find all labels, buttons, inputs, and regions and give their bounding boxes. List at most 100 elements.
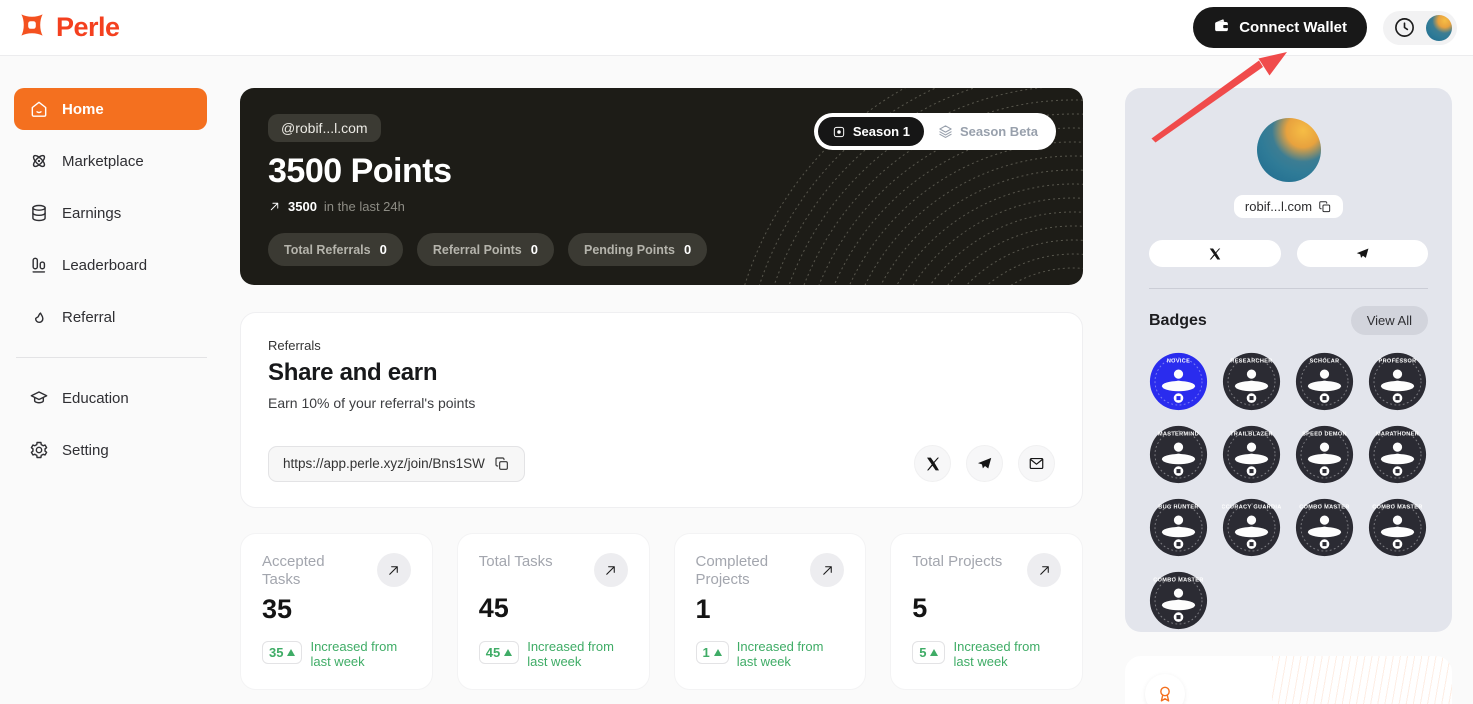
main-content: @robif...l.com 3500 Points 3500 in the l…	[240, 88, 1083, 690]
open-accepted-tasks-button[interactable]	[377, 553, 411, 587]
delta-value: 3500	[288, 199, 317, 214]
earnings-database-icon	[29, 203, 49, 223]
sidebar: Home Marketplace	[14, 88, 207, 481]
perle-logo[interactable]: Perle	[16, 9, 120, 46]
stat-delta-badge: 5	[912, 641, 945, 664]
badge-novice[interactable]: NOVICE	[1149, 352, 1208, 411]
copy-icon[interactable]	[1318, 200, 1332, 214]
sidebar-divider	[16, 357, 207, 358]
stats-row: Accepted Tasks 35 35 Increased from last…	[240, 533, 1083, 690]
sidebar-label: Leaderboard	[62, 257, 147, 274]
delta-number: 45	[486, 645, 500, 660]
triangle-up-icon	[287, 649, 295, 656]
pill-label: Referral Points	[433, 243, 522, 257]
page: Perle Connect Wallet	[0, 0, 1473, 704]
pill-label: Total Referrals	[284, 243, 371, 257]
delta-text: in the last 24h	[324, 199, 405, 214]
arrow-up-right-icon	[603, 563, 618, 578]
copy-icon[interactable]	[494, 456, 510, 472]
sidebar-label: Earnings	[62, 205, 121, 222]
share-x-button[interactable]	[914, 445, 951, 482]
sidebar-label: Setting	[62, 442, 109, 459]
badges-grid: NOVICE RESEARCHER SCHOLAR PROFESSOR MAST…	[1149, 352, 1428, 630]
logo-text: Perle	[56, 12, 120, 43]
connect-wallet-button[interactable]: Connect Wallet	[1193, 7, 1367, 48]
svg-text:COMBO MASTER: COMBO MASTER	[1153, 578, 1203, 584]
stat-delta-badge: 1	[696, 641, 729, 664]
delta-number: 5	[919, 645, 926, 660]
user-avatar[interactable]	[1426, 15, 1452, 41]
badge-speed-demon[interactable]: SPEED DEMON	[1295, 425, 1354, 484]
stat-value: 1	[696, 594, 845, 625]
open-completed-projects-button[interactable]	[810, 553, 844, 587]
wallet-icon	[1213, 17, 1230, 38]
referral-flame-icon	[29, 307, 49, 327]
badge-combo-master-3[interactable]: COMBO MASTER	[1149, 571, 1208, 630]
sidebar-item-earnings[interactable]: Earnings	[14, 192, 207, 234]
badge-combo-master-2[interactable]: COMBO MASTER	[1368, 498, 1427, 557]
season-toggle: Season 1 Season Beta	[814, 113, 1056, 150]
awards-decorative-lines	[1272, 656, 1452, 704]
svg-text:COMBO MASTER: COMBO MASTER	[1372, 505, 1422, 511]
badge-marathoner[interactable]: MARATHONER	[1368, 425, 1427, 484]
settings-gear-icon	[29, 440, 49, 460]
tab-season-beta[interactable]: Season Beta	[924, 117, 1052, 146]
arrow-up-right-icon	[820, 563, 835, 578]
stat-label: Completed Projects	[696, 553, 796, 588]
profile-telegram-button[interactable]	[1297, 240, 1429, 267]
svg-text:TRAILBLAZER: TRAILBLAZER	[1230, 432, 1273, 438]
badge-accuracy-guardian[interactable]: ACCURACY GUARDIAN	[1222, 498, 1281, 557]
badge-combo-master-1[interactable]: COMBO MASTER	[1295, 498, 1354, 557]
pill-value: 0	[380, 242, 387, 257]
profile-divider	[1149, 288, 1428, 289]
season-1-label: Season 1	[853, 124, 910, 139]
badge-professor[interactable]: PROFESSOR	[1368, 352, 1427, 411]
badge-bug-hunter[interactable]: BUG HUNTER	[1149, 498, 1208, 557]
view-all-badges-button[interactable]: View All	[1351, 306, 1428, 335]
sidebar-item-setting[interactable]: Setting	[14, 429, 207, 471]
pending-points-pill: Pending Points 0	[568, 233, 707, 266]
stat-value: 35	[262, 594, 411, 625]
badge-mastermind[interactable]: MASTERMIND	[1149, 425, 1208, 484]
sidebar-item-marketplace[interactable]: Marketplace	[14, 140, 207, 182]
leaderboard-icon	[29, 255, 49, 275]
share-telegram-button[interactable]	[966, 445, 1003, 482]
badge-trailblazer[interactable]: TRAILBLAZER	[1222, 425, 1281, 484]
badge-researcher[interactable]: RESEARCHER	[1222, 352, 1281, 411]
header: Perle Connect Wallet	[0, 0, 1473, 56]
stat-value: 5	[912, 593, 1061, 624]
history-clock-icon[interactable]	[1393, 16, 1416, 39]
svg-text:PROFESSOR: PROFESSOR	[1379, 359, 1417, 365]
badge-scholar[interactable]: SCHOLAR	[1295, 352, 1354, 411]
svg-text:MASTERMIND: MASTERMIND	[1158, 432, 1199, 438]
sidebar-item-leaderboard[interactable]: Leaderboard	[14, 244, 207, 286]
sidebar-item-home[interactable]: Home	[14, 88, 207, 130]
stat-note-text: Increased from last week	[737, 639, 845, 670]
header-user-pill	[1383, 11, 1457, 45]
referral-points-pill: Referral Points 0	[417, 233, 554, 266]
layers-icon	[938, 124, 953, 139]
total-tasks-card: Total Tasks 45 45 Increased from last we…	[457, 533, 650, 690]
tab-season-1[interactable]: Season 1	[818, 117, 924, 146]
open-total-projects-button[interactable]	[1027, 553, 1061, 587]
delta-number: 1	[703, 645, 710, 660]
share-email-button[interactable]	[1018, 445, 1055, 482]
total-projects-card: Total Projects 5 5 Increased from last w…	[890, 533, 1083, 690]
accepted-tasks-card: Accepted Tasks 35 35 Increased from last…	[240, 533, 433, 690]
sidebar-item-referral[interactable]: Referral	[14, 296, 207, 338]
stat-label: Total Projects	[912, 553, 1012, 571]
profile-name-pill[interactable]: robif...l.com	[1234, 195, 1343, 218]
username-badge: @robif...l.com	[268, 114, 381, 142]
profile-avatar	[1257, 118, 1321, 182]
svg-text:ACCURACY GUARDIAN: ACCURACY GUARDIAN	[1222, 505, 1281, 511]
telegram-icon	[1355, 246, 1370, 261]
open-total-tasks-button[interactable]	[594, 553, 628, 587]
total-referrals-pill: Total Referrals 0	[268, 233, 403, 266]
sidebar-item-education[interactable]: Education	[14, 377, 207, 419]
referrals-card: Referrals Share and earn Earn 10% of you…	[240, 312, 1083, 508]
referral-link-url: https://app.perle.xyz/join/Bns1SW	[283, 456, 485, 471]
profile-x-button[interactable]	[1149, 240, 1281, 267]
referral-link-box[interactable]: https://app.perle.xyz/join/Bns1SW	[268, 446, 525, 482]
x-icon	[1208, 247, 1222, 261]
svg-text:MARATHONER: MARATHONER	[1376, 432, 1419, 438]
